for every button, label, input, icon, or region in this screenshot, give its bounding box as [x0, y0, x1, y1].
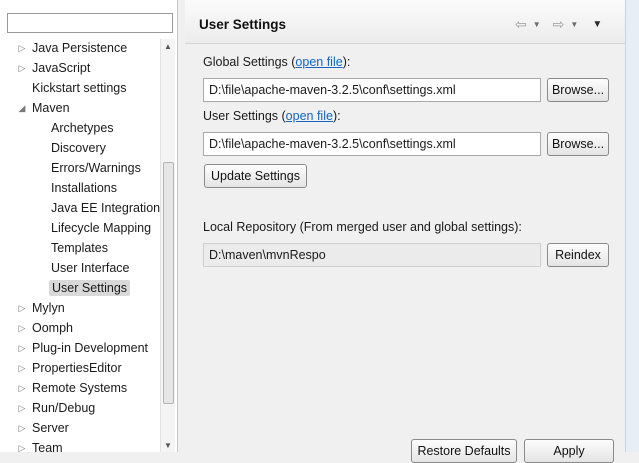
- chevron-down-icon[interactable]: ▼: [533, 20, 541, 29]
- tree-item-label: Discovery: [51, 141, 106, 155]
- tree-item[interactable]: ▷ PropertiesEditor: [19, 359, 124, 378]
- tree-item[interactable]: ◢ Maven: [19, 99, 72, 118]
- filter-input[interactable]: [7, 13, 173, 33]
- tree-item-label: Team: [32, 441, 63, 452]
- tree-scrollbar[interactable]: ▲ ▼: [160, 39, 175, 452]
- tree-item[interactable]: Installations: [49, 179, 119, 198]
- collapsed-twisty-icon[interactable]: ▷: [18, 59, 26, 78]
- collapsed-twisty-icon[interactable]: ▷: [18, 359, 26, 378]
- tree-item-label: User Interface: [51, 261, 130, 275]
- tree-item-label: Archetypes: [51, 121, 114, 135]
- tree-item-label: Kickstart settings: [32, 81, 127, 95]
- tree-item-label: JavaScript: [32, 61, 91, 75]
- tree-item[interactable]: User Settings: [49, 279, 131, 298]
- tree-item[interactable]: Discovery: [49, 139, 108, 158]
- tree-item[interactable]: ▷ Plug-in Development: [19, 339, 150, 358]
- page-title: User Settings: [199, 17, 287, 32]
- scroll-up-icon[interactable]: ▲: [161, 39, 175, 53]
- global-open-file-link[interactable]: open file: [295, 55, 342, 69]
- tree-item[interactable]: ▷ Remote Systems: [19, 379, 129, 398]
- tree-item-label: Oomph: [32, 321, 73, 335]
- collapsed-twisty-icon[interactable]: ▷: [18, 339, 26, 358]
- tree-item[interactable]: Kickstart settings: [30, 79, 128, 98]
- global-browse-button[interactable]: Browse...: [547, 78, 609, 102]
- page-header: User Settings ⇦ ▼ ⇨ ▼ ▼: [185, 0, 625, 44]
- collapsed-twisty-icon[interactable]: ▷: [18, 379, 26, 398]
- tree-item-label: Mylyn: [32, 301, 65, 315]
- preference-tree-pane: ▷ Java Persistence ▷ JavaScript Kickstart se…: [0, 0, 178, 452]
- tree-item-label: PropertiesEditor: [32, 361, 122, 375]
- local-repo-label: Local Repository (From merged user and g…: [203, 220, 522, 234]
- chevron-down-icon[interactable]: ▼: [570, 20, 578, 29]
- tree-item[interactable]: ▷ Oomph: [19, 319, 75, 338]
- tree-item[interactable]: ▷ Mylyn: [19, 299, 67, 318]
- tree-item-label: Plug-in Development: [32, 341, 149, 355]
- collapsed-twisty-icon[interactable]: ▷: [18, 419, 26, 438]
- tree-item[interactable]: Lifecycle Mapping: [49, 219, 153, 238]
- tree-item[interactable]: ▷ JavaScript: [19, 59, 92, 78]
- tree-item-label: Maven: [32, 101, 70, 115]
- tree-item[interactable]: Errors/Warnings: [49, 159, 143, 178]
- tree-item[interactable]: User Interface: [49, 259, 132, 278]
- collapsed-twisty-icon[interactable]: ▷: [18, 299, 26, 318]
- tree-item-label: Templates: [51, 241, 108, 255]
- tree-item-label: Remote Systems: [32, 381, 128, 395]
- collapsed-twisty-icon[interactable]: ▷: [18, 39, 26, 58]
- update-settings-button[interactable]: Update Settings: [204, 164, 307, 188]
- local-repo-field: D:\maven\mvnRespo: [203, 243, 541, 267]
- tree-item[interactable]: Archetypes: [49, 119, 116, 138]
- tree-item[interactable]: ▷ Java Persistence: [19, 39, 129, 58]
- view-menu-icon[interactable]: ▼: [592, 19, 602, 30]
- tree-item[interactable]: ▷ Team: [19, 439, 65, 452]
- tree-item-label: Java EE Integration: [51, 201, 160, 215]
- tree-item-label: Lifecycle Mapping: [51, 221, 152, 235]
- user-open-file-link[interactable]: open file: [286, 109, 333, 123]
- global-settings-field[interactable]: D:\file\apache-maven-3.2.5\conf\settings…: [203, 78, 541, 102]
- tree-item-label: User Settings: [49, 280, 131, 296]
- tree-item[interactable]: ▷ Server: [19, 419, 71, 438]
- preference-tree: ▷ Java Persistence ▷ JavaScript Kickstart se…: [0, 39, 160, 452]
- tree-item-label: Server: [32, 421, 69, 435]
- tree-item[interactable]: ▷ Run/Debug: [19, 399, 97, 418]
- global-settings-label: Global Settings (open file):: [203, 55, 351, 69]
- tree-item-label: Installations: [51, 181, 118, 195]
- back-arrow-icon[interactable]: ⇦: [515, 17, 527, 31]
- reindex-button[interactable]: Reindex: [547, 243, 609, 267]
- expanded-twisty-icon[interactable]: ◢: [18, 99, 26, 118]
- user-browse-button[interactable]: Browse...: [547, 132, 609, 156]
- collapsed-twisty-icon[interactable]: ▷: [18, 319, 26, 338]
- user-settings-field[interactable]: D:\file\apache-maven-3.2.5\conf\settings…: [203, 132, 541, 156]
- user-settings-label: User Settings (open file):: [203, 109, 341, 123]
- tree-item-label: Errors/Warnings: [51, 161, 141, 175]
- user-settings-page: User Settings ⇦ ▼ ⇨ ▼ ▼ Global Settings …: [185, 0, 639, 463]
- restore-defaults-button[interactable]: Restore Defaults: [411, 439, 517, 463]
- background-window-edge: [625, 0, 639, 452]
- scroll-down-icon[interactable]: ▼: [161, 438, 175, 452]
- collapsed-twisty-icon[interactable]: ▷: [18, 439, 26, 452]
- tree-item[interactable]: Java EE Integration: [49, 199, 160, 218]
- collapsed-twisty-icon[interactable]: ▷: [18, 399, 26, 418]
- scroll-thumb[interactable]: [163, 162, 174, 404]
- apply-button[interactable]: Apply: [524, 439, 614, 463]
- tree-item-label: Java Persistence: [32, 41, 128, 55]
- tree-item[interactable]: Templates: [49, 239, 110, 258]
- page-nav: ⇦ ▼ ⇨ ▼ ▼: [515, 16, 602, 32]
- forward-arrow-icon[interactable]: ⇨: [553, 17, 565, 31]
- tree-item-label: Run/Debug: [32, 401, 96, 415]
